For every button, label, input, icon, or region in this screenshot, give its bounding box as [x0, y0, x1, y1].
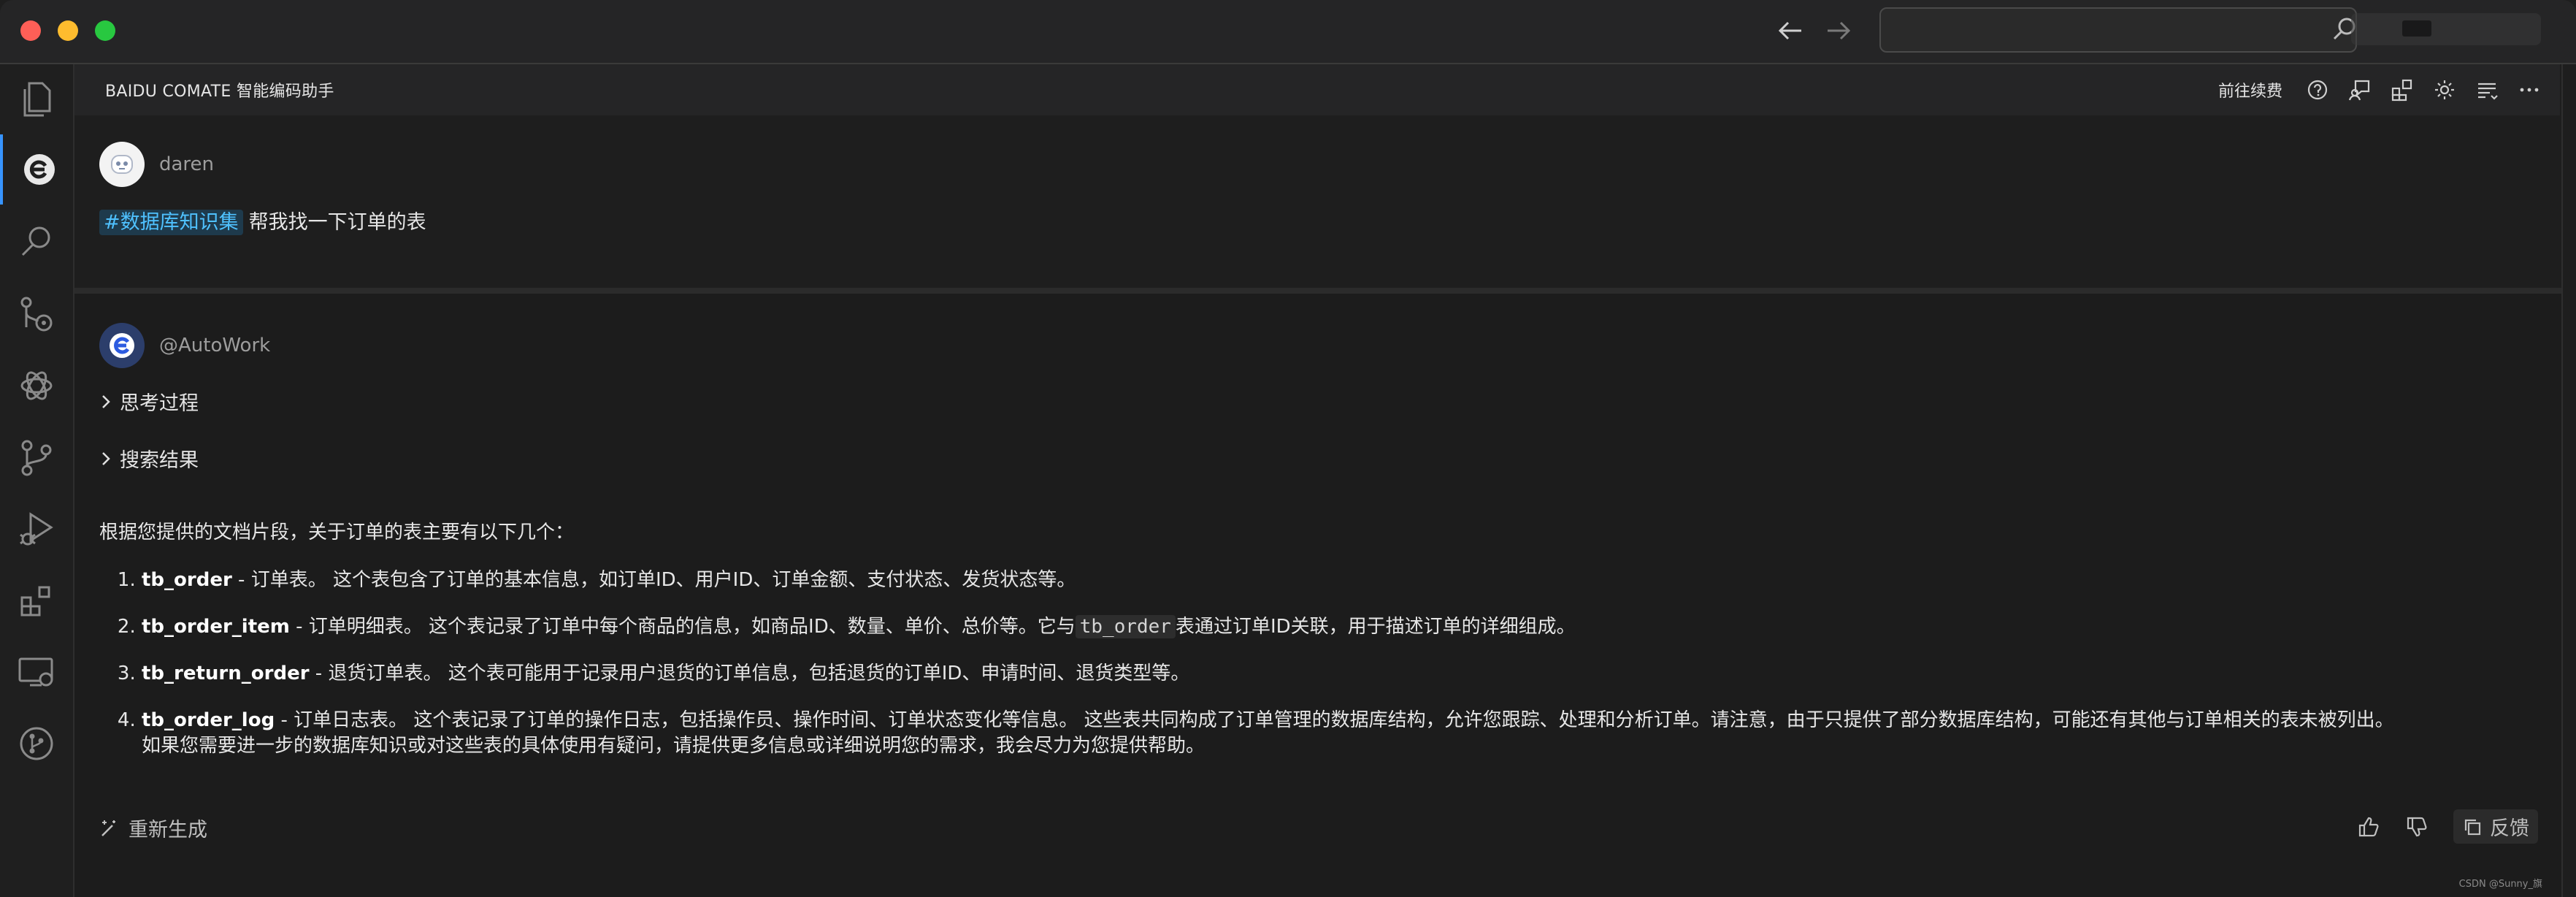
chat-feedback-button[interactable]: [2347, 77, 2373, 103]
chevron-right-icon: [102, 451, 110, 465]
minimize-window-button[interactable]: [58, 20, 78, 41]
extensions-icon: [20, 586, 50, 617]
search-tab[interactable]: [0, 206, 73, 276]
chat-content: daren #数据库知识集 帮我找一下订单的表 @AutoWork 思考过程 搜索…: [74, 115, 2561, 897]
source-control-tab[interactable]: [0, 279, 73, 349]
account-area: [2351, 13, 2541, 45]
thumbs-up-icon: [2358, 817, 2379, 836]
git-graph-icon: [20, 727, 53, 760]
panel-title: BAIDU COMATE 智能编码助手: [105, 83, 334, 101]
table-name: tb_order: [142, 569, 232, 592]
feedback-actions: 反馈: [2357, 809, 2538, 844]
table-description: - 订单日志表。 这个表记录了订单的操作日志，包括操作员、操作时间、订单状态变化…: [275, 709, 2394, 732]
zoom-window-button[interactable]: [95, 20, 115, 41]
avatar: [99, 142, 145, 187]
like-button[interactable]: [2357, 815, 2380, 839]
bot-name: @AutoWork: [159, 335, 271, 356]
dislike-button[interactable]: [2405, 815, 2429, 839]
files-icon: [23, 82, 51, 117]
comate-logo-icon: [110, 333, 134, 358]
search-results-label: 搜索结果: [120, 449, 199, 472]
settings-icon: [2435, 80, 2454, 99]
plugins-button[interactable]: [2389, 77, 2415, 103]
copy-feedback-icon: [2464, 819, 2481, 835]
chevron-right-icon: [102, 394, 110, 408]
magic-wand-icon: [101, 820, 115, 836]
table-description: - 订单表。 这个表包含了订单的基本信息，如订单ID、用户ID、订单金额、支付状…: [231, 569, 1076, 592]
feedback-button[interactable]: 反馈: [2453, 809, 2538, 844]
knowledge-tag[interactable]: #数据库知识集: [99, 210, 243, 235]
git-graph-tab[interactable]: [0, 709, 73, 779]
inline-code: tb_order: [1075, 615, 1176, 639]
settings-button[interactable]: [2431, 77, 2458, 103]
window-titlebar: [0, 0, 2576, 64]
git-tab[interactable]: [0, 422, 73, 492]
plugins-icon: [2391, 79, 2412, 102]
table-name: tb_order_item: [142, 616, 290, 638]
openai-icon: [20, 371, 53, 400]
list-icon: [2478, 83, 2498, 100]
comate-tab[interactable]: [0, 134, 76, 205]
run-debug-icon: [20, 512, 53, 546]
regenerate-button[interactable]: 重新生成: [99, 814, 207, 842]
user-message: daren #数据库知识集 帮我找一下订单的表: [74, 115, 2561, 294]
list-item: tb_order_log - 订单日志表。 这个表记录了订单的操作日志，包括操作…: [142, 708, 2538, 759]
remote-explorer-tab[interactable]: [0, 637, 73, 707]
table-description: - 订单明细表。 这个表记录了订单中每个商品的信息，如商品ID、数量、单价、总价…: [289, 616, 1076, 638]
thumbs-down-icon: [2407, 817, 2427, 836]
bot-avatar: [99, 323, 145, 368]
panel-actions: 前往续费: [2218, 64, 2542, 115]
feedback-label: 反馈: [2490, 817, 2529, 840]
more-icon: [2520, 88, 2539, 92]
list-item: tb_order - 订单表。 这个表包含了订单的基本信息，如订单ID、用户ID…: [142, 568, 2538, 593]
run-debug-tab[interactable]: [0, 494, 73, 564]
arrow-left-icon: [1778, 21, 1801, 40]
answer-intro: 根据您提供的文档片段，关于订单的表主要有以下几个：: [99, 522, 575, 543]
thinking-process-label: 思考过程: [120, 392, 199, 415]
remote-explorer-icon: [18, 657, 53, 687]
arrow-right-icon: [1828, 21, 1851, 40]
user-message-text: #数据库知识集 帮我找一下订单的表: [99, 206, 426, 235]
answer-body: 根据您提供的文档片段，关于订单的表主要有以下几个： tb_order - 订单表…: [99, 520, 2538, 760]
chat-feedback-icon: [2348, 80, 2370, 101]
table-name: tb_order_log: [142, 709, 275, 732]
help-button[interactable]: [2304, 77, 2331, 103]
history-list-button[interactable]: [2474, 77, 2500, 103]
list-item: tb_order_item - 订单明细表。 这个表记录了订单中每个商品的信息，…: [142, 614, 2538, 640]
search-results-toggle[interactable]: 搜索结果: [99, 444, 199, 473]
closing-note: 如果您需要进一步的数据库知识或对这些表的具体使用有疑问，请提供更多信息或详细说明…: [142, 735, 1205, 757]
thinking-process-toggle[interactable]: 思考过程: [99, 387, 199, 416]
comate-icon: [24, 154, 55, 185]
command-search-input[interactable]: [1879, 7, 2357, 53]
more-button[interactable]: [2516, 77, 2542, 103]
user-name: daren: [159, 153, 215, 175]
git-branch-icon: [21, 440, 52, 476]
close-window-button[interactable]: [20, 20, 41, 41]
regenerate-label: 重新生成: [129, 819, 207, 841]
robot-avatar-icon: [111, 155, 133, 174]
watermark: CSDN @Sunny_旗: [2458, 879, 2542, 890]
list-item: tb_return_order - 退货订单表。 这个表可能用于记录用户退货的订…: [142, 661, 2538, 687]
extensions-tab[interactable]: [0, 565, 73, 635]
explorer-tab[interactable]: [0, 64, 73, 134]
table-description-continued: 表通过订单ID关联，用于描述订单的详细组成。: [1175, 616, 1576, 638]
forward-button[interactable]: [1821, 13, 1856, 48]
table-name: tb_return_order: [142, 663, 310, 685]
table-list: tb_order - 订单表。 这个表包含了订单的基本信息，如订单ID、用户ID…: [99, 568, 2538, 759]
back-button[interactable]: [1773, 13, 1808, 48]
source-control-settings-icon: [20, 297, 53, 332]
activity-bar: [0, 64, 74, 897]
message-footer: 重新生成 反馈: [74, 804, 2561, 847]
table-description: - 退货订单表。 这个表可能用于记录用户退货的订单信息，包括退货的订单ID、申请…: [309, 663, 1190, 685]
bot-message: @AutoWork 思考过程 搜索结果 根据您提供的文档片段，关于订单的表主要有…: [74, 294, 2561, 897]
search-icon: [21, 226, 50, 256]
renew-link[interactable]: 前往续费: [2218, 78, 2282, 102]
panel-header: BAIDU COMATE 智能编码助手 前往续费: [74, 64, 2560, 115]
scrollbar-track[interactable]: [2561, 64, 2576, 897]
user-query: 帮我找一下订单的表: [248, 211, 426, 234]
help-icon: [2307, 80, 2328, 100]
chatgpt-tab[interactable]: [0, 351, 73, 421]
